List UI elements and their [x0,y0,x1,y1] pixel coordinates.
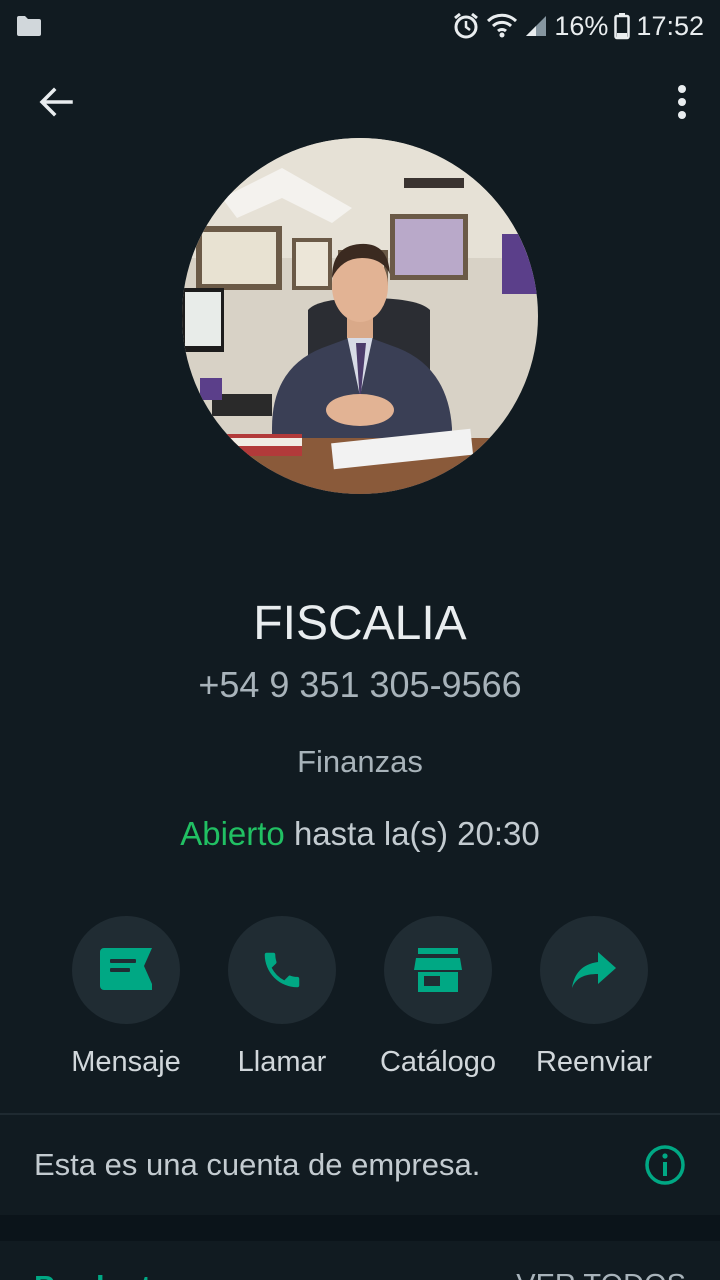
forward-label: Reenviar [535,1046,653,1078]
forward-icon [572,952,616,988]
more-vert-icon [678,85,686,119]
hours-text: hasta la(s) 20:30 [293,815,540,852]
back-button[interactable] [28,74,84,130]
message-icon [100,948,152,990]
back-arrow-icon [39,87,73,117]
open-status: Abierto [180,815,285,852]
store-icon [414,948,462,992]
call-label: Llamar [237,1046,327,1078]
action-buttons: Mensaje Llamar Catálogo Reenviar [48,916,672,1086]
status-time: 17:52 [636,10,704,41]
business-hours[interactable]: Abierto hasta la(s) 20:30 [0,815,720,853]
business-category: Finanzas [297,744,423,779]
business-account-text: Esta es una cuenta de empresa. [34,1147,481,1182]
status-bar: 16% 17:52 [0,0,720,52]
products-title: Productos [34,1269,187,1280]
wifi-icon [486,13,518,39]
signal-icon [524,14,548,38]
message-label: Mensaje [71,1046,181,1078]
section-separator [0,1215,720,1241]
more-options-button[interactable] [662,74,702,130]
info-icon[interactable] [644,1144,686,1186]
catalog-label: Catálogo [379,1046,497,1078]
see-all-products-button[interactable]: VER TODOS [516,1269,686,1280]
phone-icon [264,952,300,988]
products-section-header: Productos VER TODOS [0,1241,720,1280]
contact-name: FISCALIA [253,597,467,650]
call-button[interactable]: Llamar [204,916,360,1086]
alarm-icon [452,12,480,40]
message-button[interactable]: Mensaje [48,916,204,1086]
profile-photo[interactable] [182,138,538,494]
folder-icon [16,15,42,37]
battery-icon [614,12,631,40]
contact-phone[interactable]: +54 9 351 305-9566 [0,664,720,706]
battery-percent: 16% [554,10,609,41]
business-account-note[interactable]: Esta es una cuenta de empresa. [0,1115,720,1215]
forward-button[interactable]: Reenviar [516,916,672,1086]
catalog-button[interactable]: Catálogo [360,916,516,1086]
